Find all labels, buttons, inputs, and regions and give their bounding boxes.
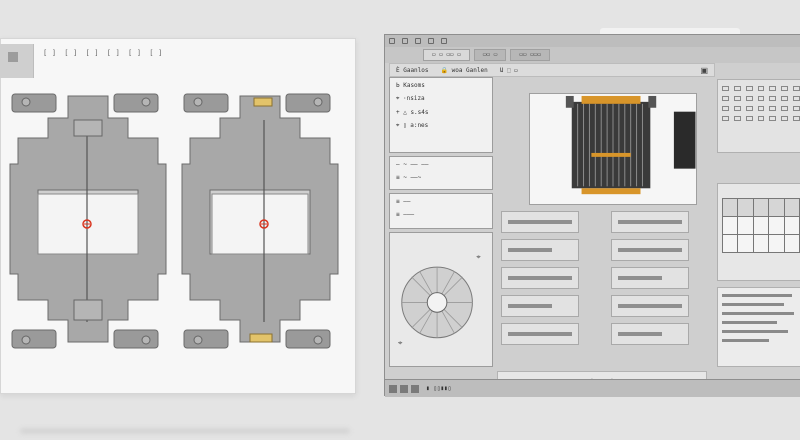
table-panel <box>717 183 800 281</box>
part-bar <box>618 304 682 308</box>
properties-column: Ь Kasoms ⌖ ·nsiza + △ s.s4s ⌖ ▯ a:nes — … <box>389 77 493 367</box>
part-bar <box>508 220 572 224</box>
part-row[interactable] <box>611 239 689 261</box>
cpu-cooler-icon <box>565 95 696 195</box>
inspector-column <box>717 79 800 371</box>
property-line: ⌖ ▯ a:nes <box>396 122 429 129</box>
subbar-item[interactable]: Ѐ Gaanlos <box>396 67 429 74</box>
bracket-outline-left <box>9 93 167 349</box>
status-text: ▮ ▯▯▮▮▯ <box>426 385 452 392</box>
document-toolbar: [ ] [ ] [ ] [ ] [ ] [ ] <box>40 46 166 60</box>
part-row[interactable] <box>501 211 579 233</box>
window-icon[interactable] <box>441 38 447 44</box>
property-line: Ь Kasoms <box>396 82 425 89</box>
swatch-grid-panel <box>717 79 800 153</box>
toolbar-item[interactable]: [ ] <box>61 49 80 57</box>
square-icon <box>8 52 18 62</box>
part-row[interactable] <box>611 295 689 317</box>
layer-line: ≡ ——— <box>396 211 415 218</box>
status-icon[interactable] <box>389 384 397 393</box>
text-line <box>722 321 777 324</box>
part-bar <box>618 220 682 224</box>
toolbar-item[interactable]: [ ] <box>104 49 123 57</box>
part-bar <box>618 332 662 336</box>
text-line <box>722 303 785 306</box>
subbar-item[interactable]: 🔒 woa Ganlen <box>441 67 488 74</box>
part-bar <box>508 332 572 336</box>
part-row[interactable] <box>501 267 579 289</box>
window-icon[interactable] <box>415 38 421 44</box>
part-row[interactable] <box>501 323 579 345</box>
part-row[interactable] <box>501 239 579 261</box>
cad-window: ▭ ▭ ▭▭ ▭ ▭▭ ▭ ▭▭ ▭▭▭ Ѐ Gaanlos 🔒 woa Gan… <box>384 34 800 397</box>
status-bar: ▮ ▯▯▮▮▯ <box>385 379 800 397</box>
text-line <box>722 294 793 297</box>
part-list-left <box>501 211 579 361</box>
tab[interactable]: ▭▭ ▭▭▭ <box>510 49 551 61</box>
part-row[interactable] <box>611 267 689 289</box>
toolbar-item[interactable]: [ ] <box>40 49 59 57</box>
status-icon[interactable] <box>400 384 408 393</box>
part-bar <box>618 248 682 252</box>
property-line: ⌖ ·nsiza <box>396 95 425 102</box>
properties-card: Ь Kasoms ⌖ ·nsiza + △ s.s4s ⌖ ▯ a:nes <box>389 77 493 153</box>
toolbar-item[interactable]: [ ] <box>83 49 102 57</box>
text-line <box>722 339 769 342</box>
data-table[interactable] <box>722 198 800 253</box>
toolbar-item[interactable]: [ ] <box>125 49 144 57</box>
part-bar <box>508 276 572 280</box>
tab-bar: ▭ ▭ ▭▭ ▭ ▭▭ ▭ ▭▭ ▭▭▭ <box>385 47 800 63</box>
option-line: ≡ ~ ——~ <box>396 174 422 181</box>
options-card[interactable]: — ~ —— —— ≡ ~ ——~ <box>389 156 493 190</box>
text-line <box>722 312 794 315</box>
property-line: + △ s.s4s <box>396 109 429 116</box>
part-list-right <box>611 211 689 361</box>
part-row[interactable] <box>501 295 579 317</box>
viewport[interactable]: ⌖ ⌖ <box>497 79 707 389</box>
option-line: — ~ —— —— <box>396 161 429 168</box>
part-bar <box>618 276 662 280</box>
part-row[interactable] <box>611 211 689 233</box>
panel-shadow <box>20 428 350 434</box>
layers-card[interactable]: ≡ —— ≡ ——— <box>389 193 493 229</box>
part-row[interactable] <box>611 323 689 345</box>
status-icon[interactable] <box>411 384 419 393</box>
fan-preview-card[interactable]: ⌖ ⌖ <box>389 232 493 367</box>
tab[interactable]: ▭ ▭ ▭▭ ▭ <box>423 49 470 61</box>
tab[interactable]: ▭▭ ▭ <box>473 49 507 61</box>
window-icon[interactable] <box>428 38 434 44</box>
bracket-drawing-left <box>8 90 168 352</box>
subbar-item[interactable]: Ա ⬚ ▭ <box>500 67 518 74</box>
window-icon[interactable] <box>389 38 395 44</box>
fan-icon: ⌖ ⌖ <box>398 252 481 348</box>
panel-tab[interactable] <box>0 44 34 78</box>
svg-text:⌖: ⌖ <box>398 339 403 348</box>
sub-toolbar: Ѐ Gaanlos 🔒 woa Ganlen Ա ⬚ ▭ ▣ <box>389 63 715 77</box>
bracket-drawing-right <box>180 90 340 352</box>
heatsink-render <box>529 93 697 205</box>
text-line <box>722 330 789 333</box>
part-bar <box>508 248 552 252</box>
title-bar <box>385 35 800 47</box>
part-bar <box>508 304 552 308</box>
window-icon[interactable] <box>402 38 408 44</box>
swatch-grid[interactable] <box>722 86 800 121</box>
layer-line: ≡ —— <box>396 198 411 205</box>
notes-panel <box>717 287 800 367</box>
toolbar-item[interactable]: [ ] <box>146 49 165 57</box>
bracket-outline-right <box>181 93 339 349</box>
svg-text:⌖: ⌖ <box>476 252 481 261</box>
close-icon[interactable]: ▣ <box>700 66 708 75</box>
